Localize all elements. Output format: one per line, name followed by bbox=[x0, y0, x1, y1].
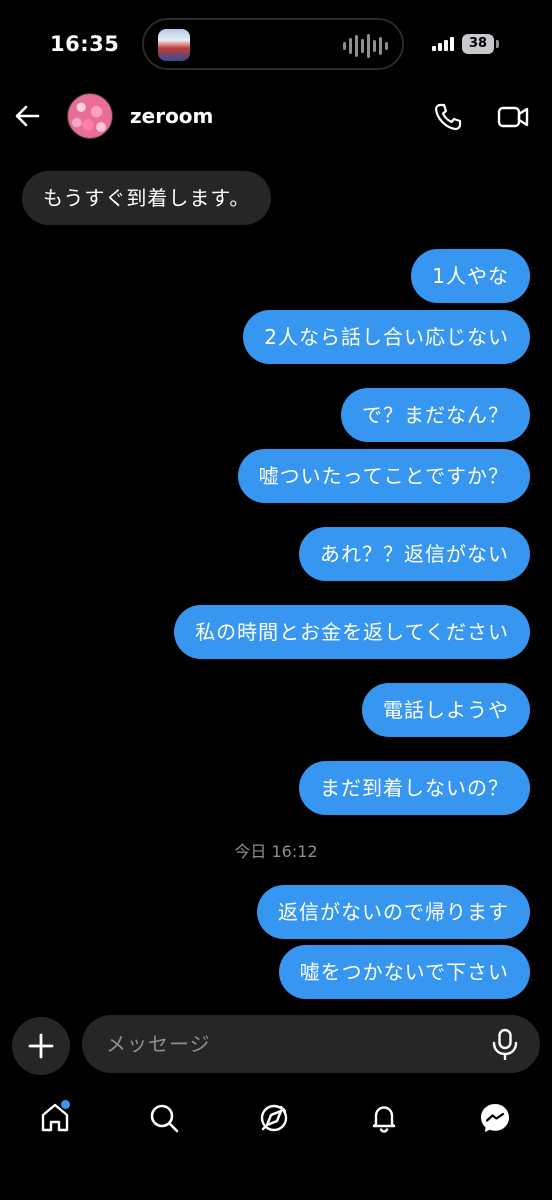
incoming-message[interactable]: もうすぐ到着します。 bbox=[22, 171, 272, 225]
voice-call-button[interactable] bbox=[432, 101, 464, 133]
plus-icon bbox=[28, 1033, 54, 1059]
battery-cap bbox=[496, 40, 499, 48]
cellular-signal-icon bbox=[432, 37, 454, 51]
outgoing-message[interactable]: 1人やな bbox=[411, 249, 530, 303]
phone-icon bbox=[434, 103, 462, 131]
nav-notifications[interactable] bbox=[367, 1101, 401, 1135]
video-call-button[interactable] bbox=[496, 101, 530, 133]
add-attachment-button[interactable] bbox=[12, 1017, 70, 1075]
back-arrow-icon bbox=[15, 105, 40, 127]
contact-name[interactable]: zeroom bbox=[130, 104, 213, 128]
nav-messages[interactable] bbox=[478, 1101, 512, 1135]
outgoing-message[interactable]: 嘘ついたってことですか？ bbox=[237, 449, 530, 503]
nav-search[interactable] bbox=[147, 1101, 181, 1135]
voice-message-button[interactable] bbox=[490, 1028, 520, 1061]
bell-icon bbox=[372, 1106, 396, 1133]
home-indicator-area bbox=[0, 1160, 552, 1200]
message-timestamp: 今日 16:12 bbox=[234, 842, 318, 861]
outgoing-message[interactable]: 返信がないので帰ります bbox=[257, 885, 530, 939]
outgoing-message[interactable]: 2人なら話し合い応じない bbox=[243, 310, 530, 364]
notification-dot bbox=[61, 1100, 70, 1109]
outgoing-message[interactable]: 私の時間とお金を返してください bbox=[174, 605, 530, 659]
explore-icon bbox=[260, 1104, 288, 1132]
status-time: 16:35 bbox=[50, 32, 120, 56]
outgoing-message[interactable]: 嘘をつかないで下さい bbox=[278, 945, 530, 999]
video-camera-icon bbox=[497, 106, 529, 128]
outgoing-message[interactable]: 電話しようや bbox=[362, 683, 530, 737]
outgoing-message[interactable]: まだ到着しないの？ bbox=[299, 761, 530, 815]
audio-waveform-icon bbox=[343, 34, 388, 58]
nav-explore[interactable] bbox=[257, 1101, 291, 1135]
messenger-icon bbox=[481, 1104, 509, 1132]
chat-header: zeroom bbox=[0, 88, 552, 146]
search-icon bbox=[150, 1104, 179, 1133]
back-button[interactable] bbox=[12, 100, 44, 132]
contact-avatar[interactable] bbox=[67, 93, 113, 139]
outgoing-message[interactable]: で？まだなん？ bbox=[341, 388, 530, 442]
microphone-icon bbox=[492, 1028, 518, 1061]
message-input[interactable] bbox=[82, 1015, 540, 1073]
outgoing-message[interactable]: あれ？？返信がない bbox=[299, 527, 530, 581]
bottom-navigation bbox=[0, 1095, 552, 1145]
dynamic-island[interactable] bbox=[142, 18, 404, 70]
now-playing-thumbnail bbox=[158, 29, 190, 61]
status-bar: 16:35 38 bbox=[0, 0, 552, 90]
battery-indicator: 38 bbox=[462, 34, 494, 54]
